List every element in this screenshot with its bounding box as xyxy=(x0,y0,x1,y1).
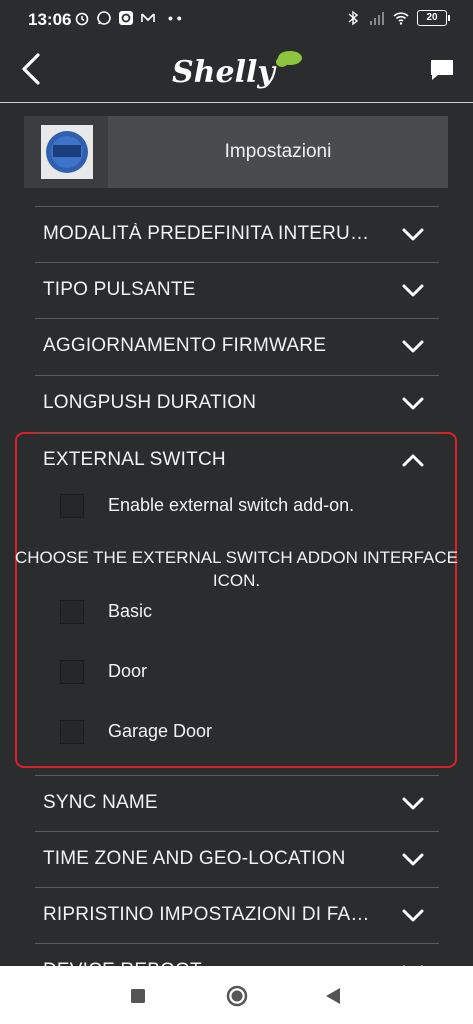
section-label: RIPRISTINO IMPOSTAZIONI DI FABBR… xyxy=(43,904,378,925)
app-header: Shelly xyxy=(0,38,473,103)
icon-option-garage-door-checkbox[interactable] xyxy=(60,720,84,744)
recents-button[interactable] xyxy=(130,988,146,1004)
alarm-icon xyxy=(75,12,89,26)
shelly-logo: Shelly xyxy=(172,51,302,90)
chevron-up-icon[interactable] xyxy=(401,451,425,469)
bluetooth-icon xyxy=(348,10,359,26)
section-firmware-update[interactable]: AGGIORNAMENTO FIRMWARE xyxy=(35,318,439,375)
section-label: MODALITÀ PREDEFINITA INTERUZZI… xyxy=(43,223,378,244)
svg-text:Shelly: Shelly xyxy=(172,55,277,90)
chat-icon[interactable] xyxy=(429,58,455,82)
whatsapp-icon xyxy=(97,11,111,25)
section-label: TIME ZONE AND GEO-LOCATION xyxy=(43,848,346,869)
chevron-down-icon[interactable] xyxy=(401,794,425,812)
section-button-type[interactable]: TIPO PULSANTE xyxy=(35,262,439,319)
section-label: SYNC NAME xyxy=(43,792,158,813)
status-bar: 13:06 • • 20 xyxy=(0,0,473,38)
more-dots-icon: • • xyxy=(168,10,182,26)
section-longpush-duration[interactable]: LONGPUSH DURATION xyxy=(35,375,439,432)
device-banner: Impostazioni xyxy=(24,116,448,188)
chevron-down-icon[interactable] xyxy=(401,906,425,924)
chevron-down-icon[interactable] xyxy=(401,850,425,868)
home-button[interactable] xyxy=(225,984,249,1008)
system-nav-bar xyxy=(0,966,473,1024)
icon-option-basic-checkbox[interactable] xyxy=(60,600,84,624)
section-label: AGGIORNAMENTO FIRMWARE xyxy=(43,335,327,356)
system-icons: 20 xyxy=(345,10,450,26)
battery-icon: 20 xyxy=(417,10,450,26)
section-label: EXTERNAL SWITCH xyxy=(43,449,226,470)
mail-icon xyxy=(141,13,155,22)
back-button[interactable] xyxy=(18,52,44,86)
back-nav-button[interactable] xyxy=(324,987,342,1005)
device-title: Impostazioni xyxy=(108,116,448,188)
section-label: TIPO PULSANTE xyxy=(43,279,196,300)
enable-external-switch-label: Enable external switch add-on. xyxy=(108,495,355,515)
icon-option-door-label: Door xyxy=(108,661,148,681)
notification-icons: • • xyxy=(74,10,182,26)
icon-option-garage-door-label: Garage Door xyxy=(108,721,213,741)
status-time: 13:06 xyxy=(28,10,72,29)
chevron-down-icon[interactable] xyxy=(401,394,425,412)
chevron-down-icon[interactable] xyxy=(401,337,425,355)
q-app-icon xyxy=(119,11,133,25)
section-factory-reset[interactable]: RIPRISTINO IMPOSTAZIONI DI FABBR… xyxy=(35,887,439,944)
section-sync-name[interactable]: SYNC NAME xyxy=(35,775,439,832)
icon-option-basic-label: Basic xyxy=(108,601,153,621)
chevron-down-icon[interactable] xyxy=(401,281,425,299)
section-default-switch-mode[interactable]: MODALITÀ PREDEFINITA INTERUZZI… xyxy=(35,206,439,263)
section-time-zone[interactable]: TIME ZONE AND GEO-LOCATION xyxy=(35,831,439,888)
section-label: LONGPUSH DURATION xyxy=(43,392,257,413)
section-external-switch[interactable]: EXTERNAL SWITCH xyxy=(35,432,439,489)
icon-option-door-checkbox[interactable] xyxy=(60,660,84,684)
enable-external-switch-checkbox[interactable] xyxy=(60,494,84,518)
chevron-down-icon[interactable] xyxy=(401,225,425,243)
signal-icon xyxy=(370,12,384,25)
device-image xyxy=(41,125,93,179)
choose-icon-title: CHOOSE THE EXTERNAL SWITCH ADDON INTERFA… xyxy=(14,548,458,590)
wifi-icon xyxy=(393,12,409,25)
